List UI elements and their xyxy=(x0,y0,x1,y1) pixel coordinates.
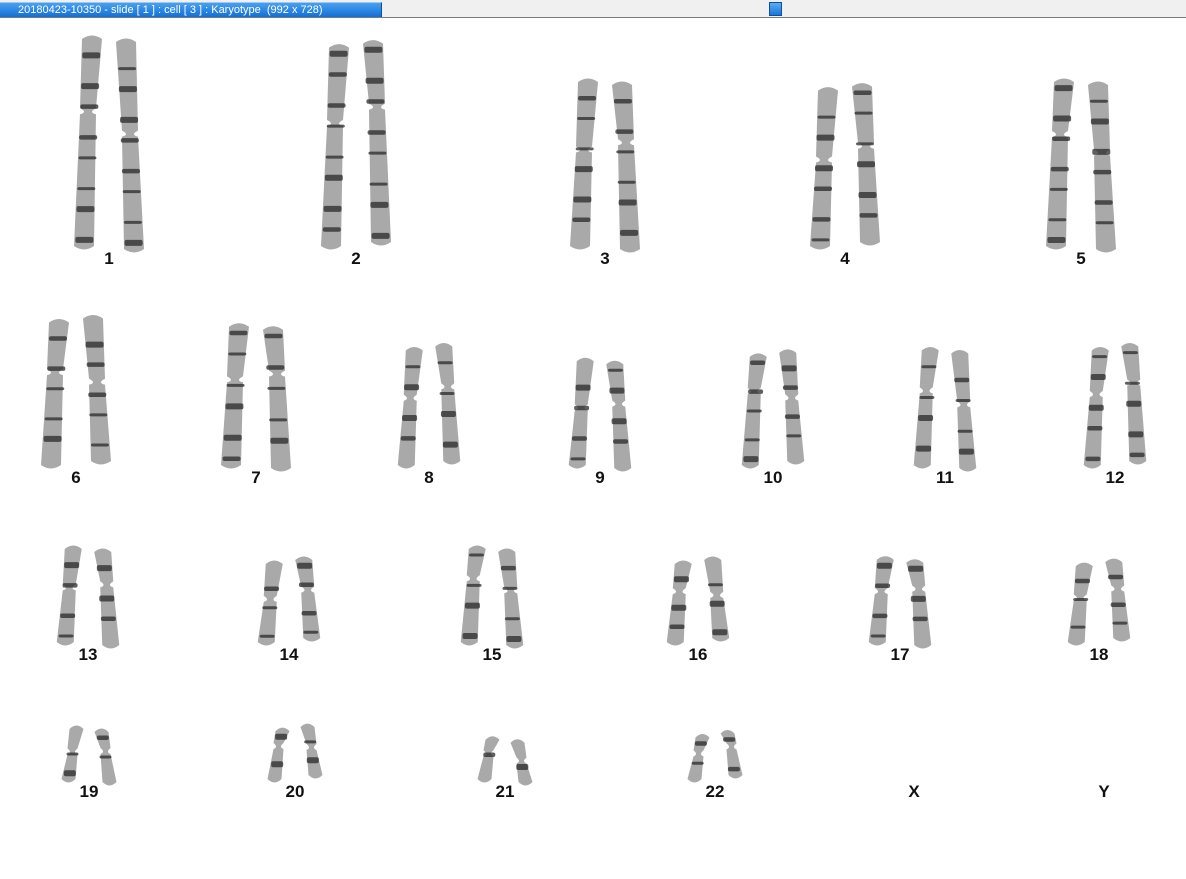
chromosome-label-6: 6 xyxy=(71,468,81,487)
chromatid-right xyxy=(300,723,323,779)
chromatid-right xyxy=(704,556,730,642)
chromosome-label-4: 4 xyxy=(840,249,850,268)
chromatid-right xyxy=(779,349,805,465)
chromosome-label-14: 14 xyxy=(279,645,299,664)
chromatid-left xyxy=(913,346,939,469)
chromosome-label-20: 20 xyxy=(285,782,305,801)
chromosome-label-5: 5 xyxy=(1076,249,1086,268)
chromatid-left xyxy=(41,319,69,469)
chromatid-left xyxy=(666,560,692,646)
chromosome-label-10: 10 xyxy=(763,468,783,487)
chromosome-label-19: 19 xyxy=(79,782,99,801)
chromosome-label-x: X xyxy=(908,782,920,801)
chromosome-label-1: 1 xyxy=(104,249,114,268)
chromatid-left xyxy=(810,87,838,250)
chromosome-label-13: 13 xyxy=(78,645,98,664)
chromatid-left xyxy=(460,545,486,646)
chromatid-left xyxy=(257,560,283,646)
chromosome-label-17: 17 xyxy=(890,645,910,664)
chromatid-right xyxy=(498,548,524,649)
karyogram: 1 2 3 4 5 6 7 8 9 10 11 12 13 14 15 16 17 18 19 20 21 22 X Y xyxy=(0,19,1186,879)
chromatid-right xyxy=(94,548,120,649)
window-title-tab[interactable]: 20180423-10350 - slide [ 1 ] : cell [ 3 … xyxy=(0,2,382,17)
chromosome-label-7: 7 xyxy=(251,468,261,487)
chromatid-left xyxy=(741,353,767,469)
chromatid-left xyxy=(221,323,249,469)
chromatid-right xyxy=(1121,342,1147,465)
chromatid-left xyxy=(477,736,500,783)
chromatid-right xyxy=(363,40,391,246)
chromatid-left xyxy=(1046,78,1074,250)
chromatid-right xyxy=(852,83,880,246)
chromosome-label-3: 3 xyxy=(600,249,610,268)
chromatid-right xyxy=(116,38,144,253)
chromosome-label-16: 16 xyxy=(688,645,708,664)
chromatid-right xyxy=(1088,81,1116,253)
chromosome-pair-y[interactable] xyxy=(0,19,1,20)
window-titlebar: 20180423-10350 - slide [ 1 ] : cell [ 3 … xyxy=(0,0,1186,18)
chromatid-left xyxy=(61,725,84,783)
chromosome-label-9: 9 xyxy=(595,468,605,487)
chromatid-left xyxy=(74,35,102,250)
chromatid-left xyxy=(868,556,894,646)
chromatid-left xyxy=(267,727,290,783)
chromosome-label-11: 11 xyxy=(936,468,954,487)
chromosome-label-8: 8 xyxy=(424,468,434,487)
chromatid-right xyxy=(263,326,291,472)
chromatid-left xyxy=(568,357,594,469)
scroll-thumb[interactable] xyxy=(769,2,782,16)
chromatid-right xyxy=(720,730,743,779)
chromatid-right xyxy=(435,342,461,465)
chromosome-label-15: 15 xyxy=(482,645,502,664)
chromatid-right xyxy=(83,315,111,465)
chromatid-left xyxy=(56,545,82,646)
chromatid-left xyxy=(687,734,710,783)
chromatid-left xyxy=(1083,346,1109,469)
chromatid-left xyxy=(1067,562,1093,646)
chromatid-right xyxy=(510,739,533,786)
chromatid-right xyxy=(295,556,321,642)
chromatid-right xyxy=(94,728,117,786)
chromatid-left xyxy=(397,346,423,469)
chromatid-left xyxy=(321,44,349,250)
chromosome-label-18: 18 xyxy=(1089,645,1109,664)
chromatid-right xyxy=(1105,558,1131,642)
chromosome-label-12: 12 xyxy=(1105,468,1125,487)
chromosome-label-y: Y xyxy=(1098,782,1110,801)
chromatid-right xyxy=(906,559,932,649)
chromosome-label-21: 21 xyxy=(495,782,515,801)
chromatid-left xyxy=(570,78,598,250)
chromosome-label-2: 2 xyxy=(351,249,361,268)
chromatid-right xyxy=(612,81,640,253)
chromosome-label-22: 22 xyxy=(705,782,725,801)
chromatid-right xyxy=(951,349,977,472)
chromatid-right xyxy=(606,360,632,472)
